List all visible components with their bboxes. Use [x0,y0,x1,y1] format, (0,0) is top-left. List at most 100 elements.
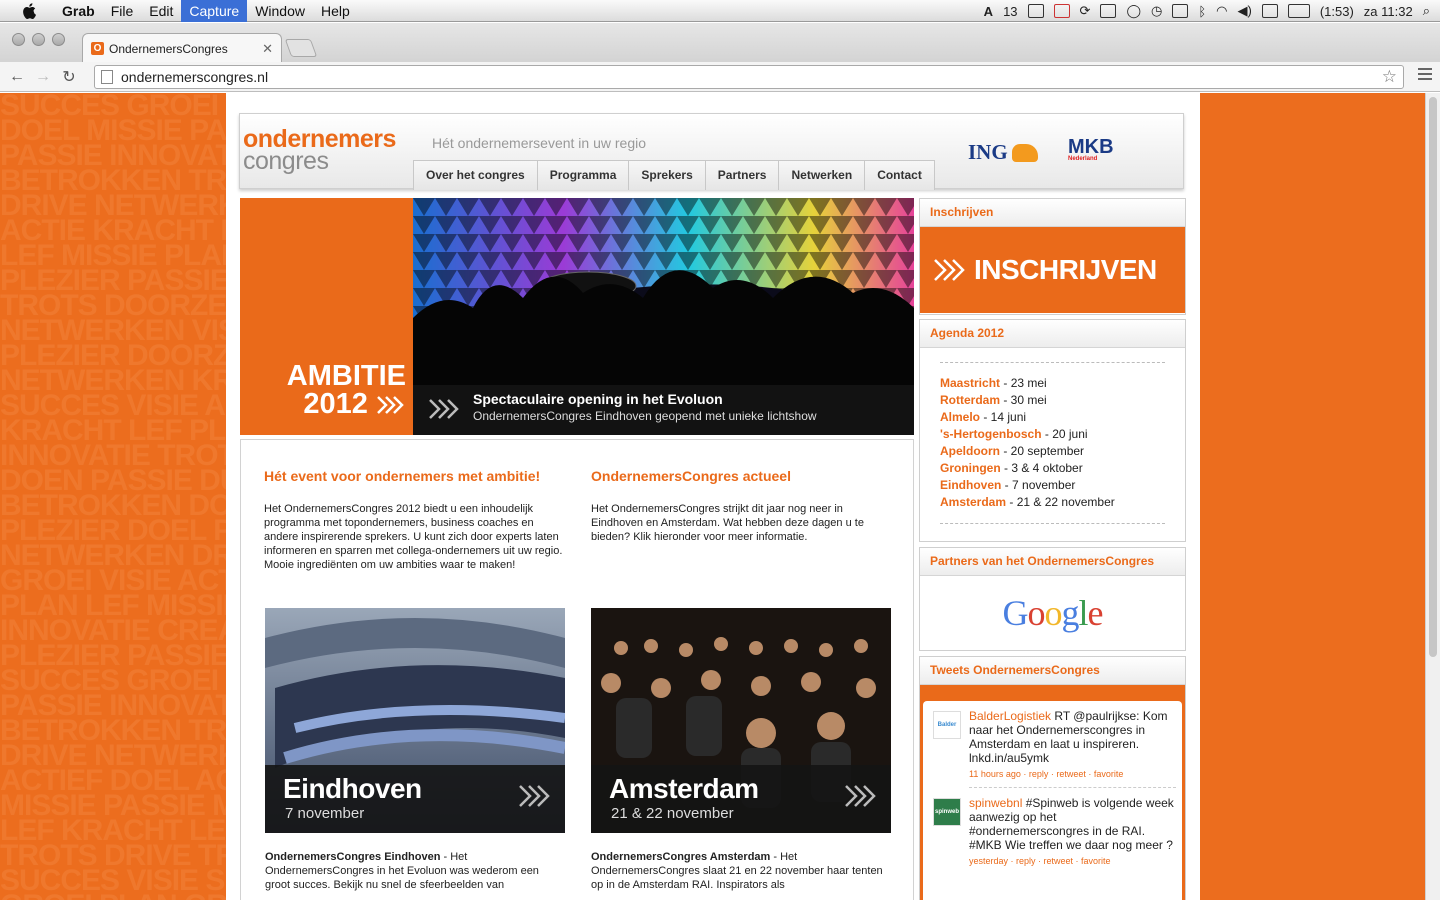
chevrons-icon [934,259,965,281]
google-logo-text: Google [1003,592,1104,634]
agenda-city-link[interactable]: Rotterdam [940,393,1000,407]
mkb-logo[interactable]: MKB Nederland [1068,137,1114,163]
bluetooth-icon[interactable]: ᛒ [1198,4,1206,19]
tweet-meta[interactable]: yesterday · reply · retweet · favorite [969,854,1176,868]
macos-menubar: Grab File Edit Capture Window Help A 13 … [0,0,1440,22]
page-icon [101,70,113,84]
zoom-window-button[interactable] [52,33,65,46]
tweet-user-link[interactable]: spinwebnl [969,796,1022,810]
tweets-list: Balder BalderLogistiek RT @paulrijkse: K… [923,701,1182,900]
battery-icon[interactable] [1287,4,1310,18]
signup-button-label: INSCHRIJVEN [974,254,1157,285]
signup-widget: Inschrijven INSCHRIJVEN [919,198,1186,315]
agenda-date: - 23 mei [1000,376,1047,390]
menu-window[interactable]: Window [247,0,313,22]
google-logo-letter: e [1087,593,1104,633]
ing-logo[interactable]: ING [968,140,1038,165]
hero-banner[interactable]: AMBITIE 2012 Spectaculaire opening in he… [240,198,914,435]
agenda-city-link[interactable]: Apeldoorn [940,444,1000,458]
timemachine-icon[interactable]: ◷ [1151,3,1162,19]
clock[interactable]: za 11:32 [1364,4,1413,19]
agenda-date: - 20 juni [1041,427,1088,441]
chat-icon[interactable]: ◯ [1126,3,1141,19]
sync-icon[interactable]: ⟳ [1080,3,1091,19]
google-logo[interactable]: Google [920,576,1185,650]
agenda-city-link[interactable]: Amsterdam [940,495,1006,509]
menu-edit[interactable]: Edit [141,0,181,22]
agenda-date: - 14 juni [980,410,1027,424]
menu-app-name[interactable]: Grab [54,0,103,22]
menu-file[interactable]: File [103,0,142,22]
site-logo[interactable]: ondernemers congres [243,127,396,175]
chevrons-icon [845,785,876,807]
record-icon[interactable] [1053,4,1070,18]
browser-toolbar: ← → ↻ ondernemerscongres.nl ☆ [0,62,1440,92]
agenda-header: Agenda 2012 [920,320,1185,348]
hero-orange-panel: AMBITIE 2012 [240,198,413,435]
hero-caption-title: Spectaculaire opening in het Evoluon [473,391,723,407]
calendar-icon[interactable] [1261,4,1278,18]
logo-line2: congres [243,147,329,175]
nav-programma[interactable]: Programma [536,160,629,190]
signup-button[interactable]: INSCHRIJVEN [920,227,1185,313]
forward-button[interactable]: → [30,64,56,90]
agenda-list: Maastricht - 23 mei Rotterdam - 30 mei A… [920,348,1185,524]
hero-photo-evoluon: Spectaculaire opening in het Evoluon Ond… [413,198,914,435]
agenda-item: Rotterdam - 30 mei [940,392,1165,409]
chevrons-icon [377,396,404,414]
agenda-item: Almelo - 14 juni [940,409,1165,426]
tab-ondernemerscongres[interactable]: O OndernemersCongres ✕ [82,33,282,63]
tweet-avatar[interactable]: Balder [933,711,961,739]
nav-netwerken[interactable]: Netwerken [778,160,865,190]
eindhoven-card[interactable]: Eindhoven 7 november [265,608,565,833]
bookmark-star-icon[interactable]: ☆ [1382,67,1397,87]
spaces-icon[interactable] [1100,4,1117,18]
wrench-menu-icon[interactable] [1418,68,1432,83]
tweet-user-link[interactable]: BalderLogistiek [969,709,1051,723]
nav-contact[interactable]: Contact [864,160,935,190]
google-logo-letter: o [1044,593,1063,633]
apple-menu-icon[interactable] [18,2,40,20]
eindhoven-text-title[interactable]: OndernemersCongres Eindhoven [265,851,440,863]
tweet-meta[interactable]: 11 hours ago · reply · retweet · favorit… [969,767,1176,781]
google-logo-letter: o [1027,593,1046,633]
agenda-city-link[interactable]: 's-Hertogenbosch [940,427,1042,441]
main-content: Hét event voor ondernemers met ambitie! … [240,439,914,900]
volume-icon[interactable]: ◀) [1238,3,1252,19]
adobe-icon[interactable]: A [984,4,993,19]
spotlight-search-icon[interactable]: ⌕ [1423,3,1430,19]
screen-icon[interactable] [1027,4,1044,18]
back-button[interactable]: ← [4,64,30,90]
chevrons-icon [429,399,459,419]
amsterdam-card[interactable]: Amsterdam 21 & 22 november [591,608,891,833]
divider [940,362,1165,363]
amsterdam-date: 21 & 22 november [611,805,734,822]
agenda-item: Amsterdam - 21 & 22 november [940,494,1165,511]
signup-header: Inschrijven [920,199,1185,227]
close-window-button[interactable] [12,33,25,46]
intro-body: Het OndernemersCongres 2012 biedt u een … [264,503,563,571]
display-icon[interactable] [1172,4,1189,18]
nav-partners[interactable]: Partners [704,160,779,190]
minimize-window-button[interactable] [32,33,45,46]
scrollbar-thumb[interactable] [1429,97,1437,657]
hero-caption: Spectaculaire opening in het Evoluon Ond… [413,385,914,435]
agenda-city-link[interactable]: Almelo [940,410,980,424]
close-tab-icon[interactable]: ✕ [262,41,273,57]
address-bar[interactable]: ondernemerscongres.nl ☆ [94,65,1404,89]
nav-sprekers[interactable]: Sprekers [628,160,705,190]
nav-over-het-congres[interactable]: Over het congres [413,160,537,190]
tweet-avatar[interactable]: spinweb [933,798,961,826]
menu-help[interactable]: Help [313,0,358,22]
website-viewport: SUCCES GROEI VISIE ACTIEF SUCCES GROEI V… [0,93,1440,900]
amsterdam-text-title[interactable]: OndernemersCongres Amsterdam [591,851,770,863]
reload-button[interactable]: ↻ [56,64,82,90]
agenda-city-link[interactable]: Eindhoven [940,478,1001,492]
wifi-icon[interactable]: ◠ [1216,3,1227,19]
page-scrollbar[interactable] [1425,93,1440,900]
new-tab-button[interactable] [284,39,318,57]
agenda-city-link[interactable]: Maastricht [940,376,1000,390]
eindhoven-date: 7 november [285,805,365,822]
menu-capture[interactable]: Capture [181,0,248,22]
agenda-city-link[interactable]: Groningen [940,461,1001,475]
